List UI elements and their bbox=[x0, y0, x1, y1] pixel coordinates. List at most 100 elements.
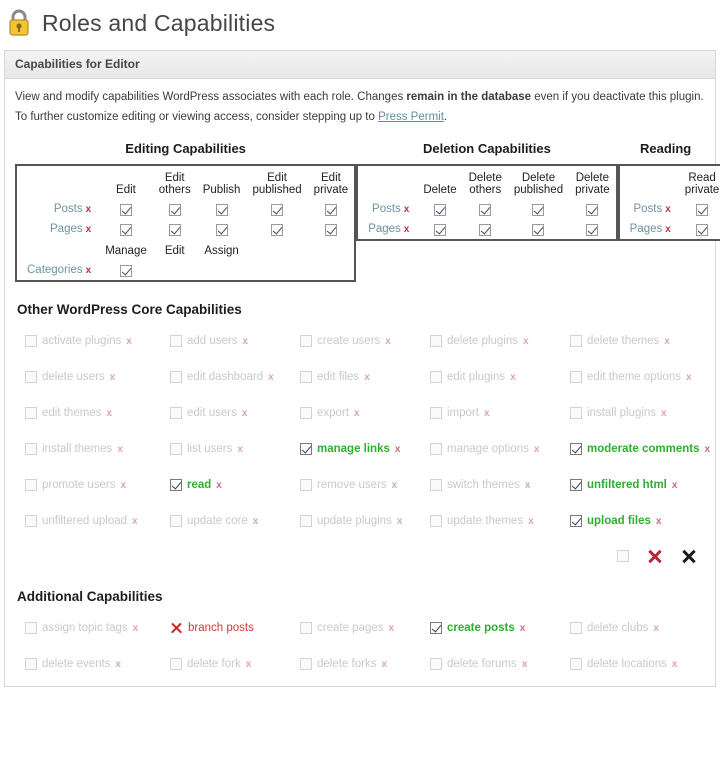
remove-row-x[interactable]: x bbox=[86, 204, 92, 215]
remove-row-x[interactable]: x bbox=[86, 224, 92, 235]
checkbox-posts-delete-private[interactable] bbox=[586, 203, 599, 216]
checkbox-pages-publish[interactable] bbox=[215, 223, 228, 236]
cell-pages-delete-private[interactable] bbox=[569, 219, 617, 240]
cell-pages-edit-published[interactable] bbox=[246, 219, 307, 239]
checkbox-export[interactable] bbox=[300, 407, 312, 419]
checkbox-read[interactable] bbox=[170, 479, 182, 491]
remove-capability-x[interactable]: x bbox=[653, 623, 659, 634]
capability-item-manage-links[interactable]: manage links x bbox=[300, 431, 430, 467]
capability-item-delete-fork[interactable]: delete fork x bbox=[170, 646, 300, 682]
remove-row-x[interactable]: x bbox=[665, 224, 671, 235]
remove-capability-x[interactable]: x bbox=[522, 659, 528, 670]
cell-posts-publish[interactable] bbox=[197, 199, 247, 219]
row-label-pages[interactable]: Pages x bbox=[16, 219, 99, 239]
checkbox-edit-dashboard[interactable] bbox=[170, 371, 182, 383]
capability-item-delete-events[interactable]: delete events x bbox=[25, 646, 170, 682]
remove-capability-x[interactable]: x bbox=[520, 623, 526, 634]
cell-pages-publish[interactable] bbox=[197, 219, 247, 239]
checkbox-list-users[interactable] bbox=[170, 443, 182, 455]
checkbox-unfiltered-upload[interactable] bbox=[25, 515, 37, 527]
row-label-posts[interactable]: Posts x bbox=[357, 199, 417, 219]
remove-capability-x[interactable]: x bbox=[381, 659, 387, 670]
remove-capability-x[interactable]: x bbox=[110, 372, 116, 383]
remove-capability-x[interactable]: x bbox=[672, 659, 678, 670]
checkbox-pages-delete[interactable] bbox=[433, 223, 446, 236]
checkbox-posts-delete[interactable] bbox=[433, 203, 446, 216]
remove-capability-x[interactable]: x bbox=[534, 444, 540, 455]
cell-posts-delete-published[interactable] bbox=[508, 199, 569, 219]
cell-posts-edit-published[interactable] bbox=[246, 199, 307, 219]
remove-capability-x[interactable]: x bbox=[115, 659, 121, 670]
checkbox-create-pages[interactable] bbox=[300, 622, 312, 634]
remove-capability-x[interactable]: x bbox=[364, 372, 370, 383]
capability-item-branch-posts[interactable]: branch posts bbox=[170, 610, 300, 646]
checkbox-install-themes[interactable] bbox=[25, 443, 37, 455]
capability-item-unfiltered-upload[interactable]: unfiltered upload x bbox=[25, 503, 170, 539]
capability-item-manage-options[interactable]: manage options x bbox=[430, 431, 570, 467]
checkbox-delete-forums[interactable] bbox=[430, 658, 442, 670]
cell-pages-delete[interactable] bbox=[417, 219, 462, 240]
checkbox-pages-edit-published[interactable] bbox=[271, 223, 284, 236]
press-permit-link[interactable]: Press Permit bbox=[378, 111, 444, 123]
capability-item-unfiltered-html[interactable]: unfiltered html x bbox=[570, 467, 720, 503]
remove-capability-x[interactable]: x bbox=[117, 444, 123, 455]
cell-pages-delete-others[interactable] bbox=[463, 219, 508, 240]
capability-item-edit-theme-options[interactable]: edit theme options x bbox=[570, 359, 720, 395]
row-label-pages[interactable]: Pages x bbox=[357, 219, 417, 240]
remove-capability-x[interactable]: x bbox=[510, 372, 516, 383]
capability-item-create-pages[interactable]: create pages x bbox=[300, 610, 430, 646]
remove-capability-x[interactable]: x bbox=[133, 623, 139, 634]
cell-posts-read-private[interactable] bbox=[679, 199, 720, 219]
capability-item-delete-plugins[interactable]: delete plugins x bbox=[430, 323, 570, 359]
capability-item-activate-plugins[interactable]: activate plugins x bbox=[25, 323, 170, 359]
capability-item-create-users[interactable]: create users x bbox=[300, 323, 430, 359]
remove-capability-x[interactable]: x bbox=[389, 623, 395, 634]
checkbox-pages-delete-private[interactable] bbox=[586, 223, 599, 236]
remove-row-x[interactable]: x bbox=[665, 204, 671, 215]
cell-pages-read-private[interactable] bbox=[679, 219, 720, 240]
checkbox-delete-fork[interactable] bbox=[170, 658, 182, 670]
checkbox-edit-users[interactable] bbox=[170, 407, 182, 419]
capability-item-delete-locations[interactable]: delete locations x bbox=[570, 646, 720, 682]
capability-item-edit-users[interactable]: edit users x bbox=[170, 395, 300, 431]
checkbox-posts-delete-others[interactable] bbox=[479, 203, 492, 216]
cell-pages-edit[interactable] bbox=[99, 219, 153, 239]
capability-item-promote-users[interactable]: promote users x bbox=[25, 467, 170, 503]
remove-capability-x[interactable]: x bbox=[268, 372, 274, 383]
denied-x-icon[interactable] bbox=[170, 622, 183, 635]
capability-item-export[interactable]: export x bbox=[300, 395, 430, 431]
capability-item-edit-themes[interactable]: edit themes x bbox=[25, 395, 170, 431]
checkbox-categories-manage[interactable] bbox=[119, 264, 132, 277]
checkbox-promote-users[interactable] bbox=[25, 479, 37, 491]
cell-posts-edit-others[interactable] bbox=[153, 199, 197, 219]
capability-item-upload-files[interactable]: upload files x bbox=[570, 503, 720, 539]
remove-row-x[interactable]: x bbox=[404, 224, 410, 235]
cell-posts-delete-others[interactable] bbox=[463, 199, 508, 219]
remove-capability-x[interactable]: x bbox=[484, 408, 490, 419]
remove-capability-x[interactable]: x bbox=[126, 336, 132, 347]
checkbox-install-plugins[interactable] bbox=[570, 407, 582, 419]
checkbox-edit-files[interactable] bbox=[300, 371, 312, 383]
capability-item-switch-themes[interactable]: switch themes x bbox=[430, 467, 570, 503]
remove-row-x[interactable]: x bbox=[86, 265, 92, 276]
remove-capability-x[interactable]: x bbox=[385, 336, 391, 347]
checkbox-posts-read-private[interactable] bbox=[696, 203, 709, 216]
remove-capability-x[interactable]: x bbox=[392, 480, 398, 491]
checkbox-unfiltered-html[interactable] bbox=[570, 479, 582, 491]
checkbox-pages-read-private[interactable] bbox=[696, 223, 709, 236]
capability-item-edit-plugins[interactable]: edit plugins x bbox=[430, 359, 570, 395]
remove-capability-x[interactable]: x bbox=[656, 516, 662, 527]
remove-capability-x[interactable]: x bbox=[106, 408, 112, 419]
capability-item-update-core[interactable]: update core x bbox=[170, 503, 300, 539]
remove-capability-x[interactable]: x bbox=[216, 480, 222, 491]
checkbox-switch-themes[interactable] bbox=[430, 479, 442, 491]
capability-item-moderate-comments[interactable]: moderate comments x bbox=[570, 431, 720, 467]
checkbox-manage-links[interactable] bbox=[300, 443, 312, 455]
checkbox-delete-users[interactable] bbox=[25, 371, 37, 383]
remove-capability-x[interactable]: x bbox=[686, 372, 692, 383]
remove-capability-x[interactable]: x bbox=[121, 480, 127, 491]
remove-capability-x[interactable]: x bbox=[395, 444, 401, 455]
cell-posts-delete-private[interactable] bbox=[569, 199, 617, 219]
remove-capability-x[interactable]: x bbox=[525, 480, 531, 491]
checkbox-remove-users[interactable] bbox=[300, 479, 312, 491]
